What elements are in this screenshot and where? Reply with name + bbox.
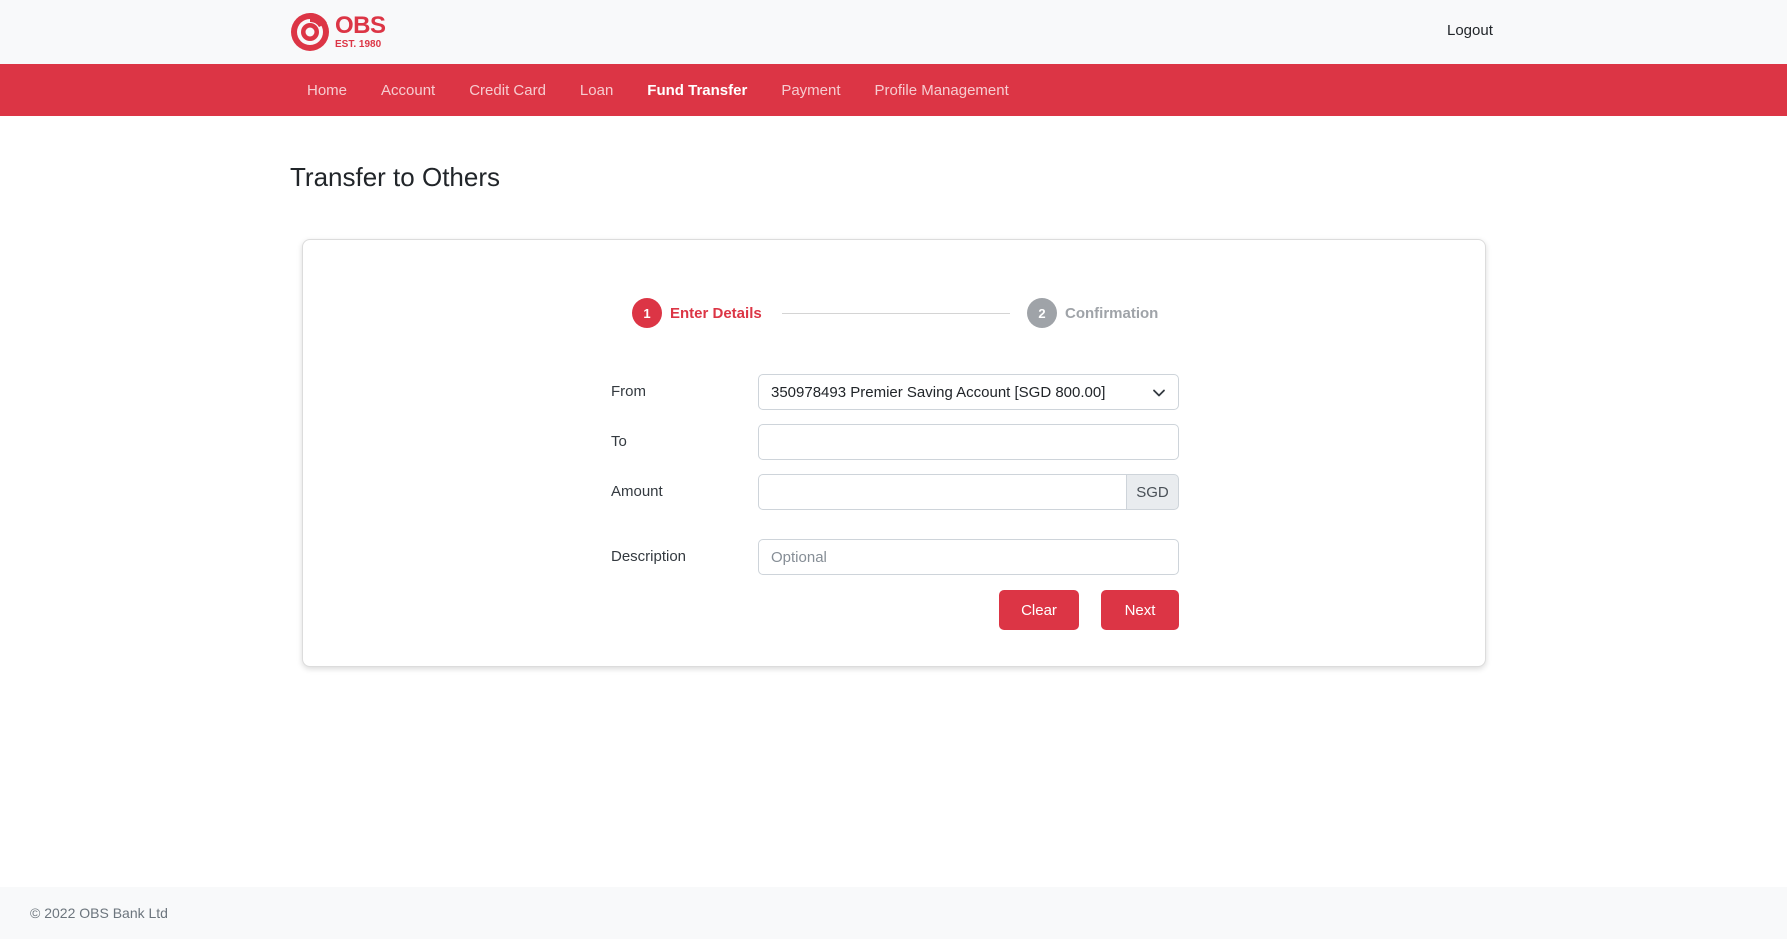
obs-logo[interactable]: OBS EST. 1980 <box>289 11 386 53</box>
description-input[interactable] <box>758 539 1179 575</box>
nav-item-home[interactable]: Home <box>290 82 364 99</box>
step-confirmation: 2 Confirmation <box>1027 298 1158 328</box>
obs-logo-icon <box>291 12 329 51</box>
top-header: OBS EST. 1980 Logout <box>0 0 1787 64</box>
step-number-1: 1 <box>632 298 662 328</box>
logo-name: OBS <box>335 12 386 39</box>
transfer-form-card: 1 Enter Details 2 Confirmation From 3509… <box>302 239 1486 667</box>
stepper: 1 Enter Details 2 Confirmation <box>632 298 1158 328</box>
next-button[interactable]: Next <box>1101 590 1179 630</box>
amount-label: Amount <box>611 483 663 500</box>
amount-input[interactable] <box>758 474 1126 510</box>
step-number-2: 2 <box>1027 298 1057 328</box>
amount-row: Amount SGD <box>609 474 1179 510</box>
nav-item-loan[interactable]: Loan <box>563 82 630 99</box>
nav-item-account[interactable]: Account <box>364 82 452 99</box>
nav-item-payment[interactable]: Payment <box>764 82 857 99</box>
footer: © 2022 OBS Bank Ltd <box>0 887 1787 939</box>
chevron-down-icon <box>1153 389 1165 397</box>
description-label: Description <box>611 548 687 565</box>
logo-established: EST. 1980 <box>335 39 382 50</box>
logo-text: OBS EST. 1980 <box>335 14 386 50</box>
main-navbar: Home Account Credit Card Loan Fund Trans… <box>0 64 1787 116</box>
nav-item-fund-transfer[interactable]: Fund Transfer <box>630 82 764 99</box>
to-label: To <box>611 433 627 450</box>
from-label: From <box>611 383 646 400</box>
amount-input-group: SGD <box>758 474 1179 510</box>
step-label-confirmation: Confirmation <box>1065 304 1159 322</box>
footer-copyright: © 2022 OBS Bank Ltd <box>30 905 168 921</box>
from-row: From 350978493 Premier Saving Account [S… <box>609 374 1179 410</box>
clear-button[interactable]: Clear <box>999 590 1079 630</box>
nav-item-credit-card[interactable]: Credit Card <box>452 82 563 99</box>
logout-link[interactable]: Logout <box>1447 22 1493 39</box>
description-row: Description <box>609 539 1179 575</box>
stepper-connector <box>782 313 1010 314</box>
from-account-value: 350978493 Premier Saving Account [SGD 80… <box>771 383 1106 401</box>
step-enter-details: 1 Enter Details <box>632 298 762 328</box>
step-label-enter-details: Enter Details <box>670 304 762 322</box>
page-title: Transfer to Others <box>290 162 500 192</box>
currency-addon: SGD <box>1126 474 1179 510</box>
to-row: To <box>609 424 1179 460</box>
from-account-select[interactable]: 350978493 Premier Saving Account [SGD 80… <box>758 374 1179 410</box>
nav-item-profile-management[interactable]: Profile Management <box>858 82 1026 99</box>
nav-list: Home Account Credit Card Loan Fund Trans… <box>290 64 1026 116</box>
to-input[interactable] <box>758 424 1179 460</box>
